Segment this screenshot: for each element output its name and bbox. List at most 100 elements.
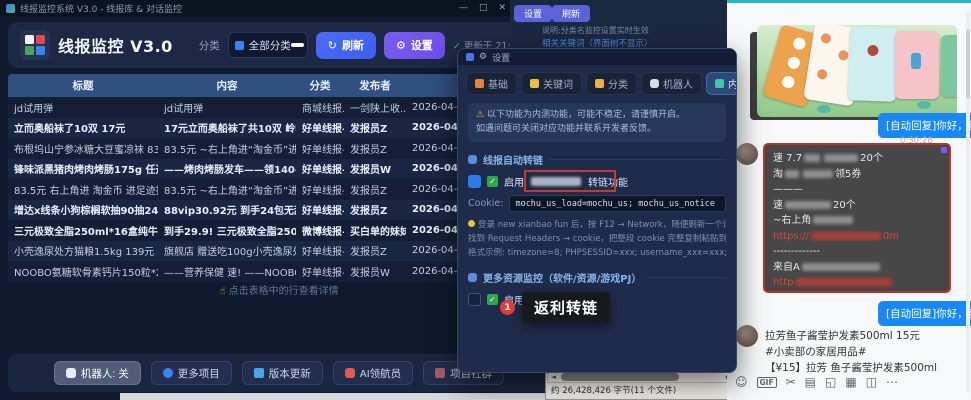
app-logo-icon: [20, 30, 50, 60]
settings-titlebar: ⚙ 设置: [458, 49, 736, 65]
table-cell: 17元立而奥船袜了共10双 岭季恒后石...: [158, 120, 296, 135]
scroll-left-arrow[interactable]: ◄: [548, 372, 559, 382]
incoming-bubble-highlighted: 速 7.720个淘领5券———速20个~右上角https://0m-------…: [763, 143, 951, 293]
column-header-publisher: 发布者: [344, 78, 406, 93]
redacted-text: [531, 177, 581, 186]
redacted-text: [785, 201, 831, 209]
checkbox-checked[interactable]: [468, 175, 481, 188]
table-cell: 发报员Z: [344, 141, 406, 156]
puzzle-icon: [468, 273, 477, 282]
more-projects-button[interactable]: 更多项目: [151, 361, 232, 385]
table-cell: 发报员Z: [344, 243, 406, 258]
table-cell: 好单线报-...: [296, 243, 344, 258]
robot-icon: [66, 368, 76, 378]
redacted-text: [803, 170, 833, 178]
checkbox-unchecked[interactable]: [468, 293, 481, 306]
scrollbar-thumb[interactable]: [561, 373, 679, 381]
flame-icon: [475, 79, 484, 88]
folder-icon: [595, 79, 604, 88]
refresh-icon: ↻: [328, 39, 337, 52]
gear-icon: ⚙: [479, 52, 487, 62]
main-titlebar: 线报监控系统 V3.0 - 线报库 & 对话监控 — □ ✕: [0, 0, 558, 16]
step-badge: 1: [500, 300, 515, 315]
table-cell: 发报员Z: [344, 202, 406, 217]
emoji-icon[interactable]: ☺: [735, 375, 748, 389]
table-cell: 83.5元 ~右上角进“淘金币”进足迹...: [158, 141, 296, 156]
close-button[interactable]: ✕: [498, 3, 506, 13]
table-cell: 旗舰店 赠送吃100g小壳逸尿处方猫粮...: [158, 243, 296, 258]
ai-navigator-button[interactable]: AI领航员: [333, 361, 413, 385]
cookie-input[interactable]: mochu_us_load=mochu_us; mochu_us_notice: [509, 195, 726, 212]
avatar[interactable]: [736, 325, 758, 347]
settings-tab-bar: 基础 关键词分类机器人 内测: [458, 65, 736, 95]
screenshot-scissors-icon[interactable]: ✂: [786, 375, 796, 389]
category-select[interactable]: 全部分类: [228, 32, 308, 58]
app-icon: [6, 4, 15, 13]
table-cell: 发报员Z: [344, 182, 406, 197]
chat-scrollbar-thumb[interactable]: [966, 29, 970, 99]
button-label: AI领航员: [360, 366, 401, 381]
gif-icon[interactable]: GIF: [757, 377, 777, 388]
fragment-settings-button[interactable]: 设置: [514, 5, 552, 22]
tab-robot[interactable]: 机器人: [641, 72, 702, 95]
gear-icon: ⚙: [396, 39, 406, 52]
column-header-category: 分类: [296, 78, 344, 93]
refresh-button[interactable]: ↻ 刷新: [316, 32, 376, 59]
chat-link-line[interactable]: http: [773, 275, 941, 291]
chat-message-line: 速20个: [773, 198, 941, 214]
tab-basic[interactable]: 基础: [466, 72, 517, 95]
minimize-button[interactable]: —: [459, 3, 468, 13]
chat-link-line[interactable]: https://0m: [773, 229, 941, 245]
table-cell: 好单线报-...: [296, 182, 344, 197]
chat-message-line: -------------: [773, 244, 941, 260]
image-icon[interactable]: ▦: [845, 375, 856, 389]
tab-label: 关键词: [543, 76, 573, 91]
background-window-fragment: 设置 刷新 说明:分类名监控设置实时生效 相关关键词（界面树不显示）: [510, 0, 727, 48]
button-label: 版本更新: [269, 366, 311, 381]
tab-keywords[interactable]: 关键词: [521, 72, 582, 95]
robot-toggle-button[interactable]: 机器人: 关: [54, 361, 141, 385]
video-icon[interactable]: ◫: [866, 375, 877, 389]
tab-beta[interactable]: 内测: [706, 72, 737, 95]
table-cell: 微博线报-...: [296, 223, 344, 238]
table-cell: jd试用弹: [8, 100, 158, 115]
status-bar: 约 26,428,426 字节(11 个文件): [546, 383, 736, 397]
redacted-text: [785, 170, 799, 178]
scrollbar-track[interactable]: [559, 373, 723, 381]
warning-icon: ⚠: [476, 110, 484, 120]
maximize-button[interactable]: □: [479, 3, 488, 13]
tab-label: 内测: [728, 76, 737, 91]
file-icon[interactable]: ▤: [805, 375, 816, 389]
table-cell: 买白单的妹妹: [344, 223, 406, 238]
cookie-label: Cookie:: [468, 198, 503, 209]
desktop-screen: 线报监控系统 V3.0 - 线报库 & 对话监控 — □ ✕ 线报监控 V3.0…: [0, 0, 971, 400]
tab-label: 基础: [488, 76, 508, 91]
settings-window-title: 设置: [492, 51, 510, 64]
book-icon: [235, 41, 244, 50]
avatar[interactable]: [736, 143, 758, 165]
table-cell: 到手29.9! 三元极致全脂250ml*16...: [158, 223, 296, 238]
table-cell: 发报员W: [344, 161, 406, 176]
shake-icon[interactable]: ◱: [825, 375, 836, 389]
table-cell: 立而奥船袜了10双 17元: [8, 120, 158, 135]
settings-button[interactable]: ⚙ 设置: [384, 32, 445, 59]
table-cell: 88vip30.92元 到手24包无敌婪4.48...: [158, 202, 296, 217]
table-cell: ——烤肉烤肠发车——领140-60补...: [158, 161, 296, 176]
redacted-text: [804, 154, 820, 162]
table-cell: 锋味派黑猪肉烤肉烤肠175g 任选5件...: [8, 161, 158, 176]
fragment-refresh-button[interactable]: 刷新: [552, 5, 590, 22]
tab-category[interactable]: 分类: [586, 72, 637, 95]
sticker-image[interactable]: [757, 25, 957, 117]
incoming-message-text: 拉芳鱼子酱莹护发素500ml 15元 #小卖部の家居用品# 【¥15】拉芳 鱼子…: [765, 329, 937, 376]
select-handle[interactable]: [291, 43, 304, 47]
more-icon[interactable]: ⋯: [886, 375, 898, 389]
table-cell: 83.5元 ~右上角进“淘金币”进足迹...: [158, 182, 296, 197]
table-cell: jd试用弹: [158, 100, 296, 115]
cookie-row: Cookie: mochu_us_load=mochu_us; mochu_us…: [468, 195, 726, 212]
outgoing-bubble: [自动回复]你好，我现: [878, 113, 971, 138]
chat-scrollbar[interactable]: [966, 11, 970, 393]
table-cell: 增达x线条小狗棕榈软抽90抽24包 ...: [8, 202, 158, 217]
table-cell: 小壳逸尿处方猫粮1.5kg 139元: [8, 243, 158, 258]
version-update-button[interactable]: 版本更新: [242, 361, 323, 385]
box-icon: [254, 368, 264, 378]
